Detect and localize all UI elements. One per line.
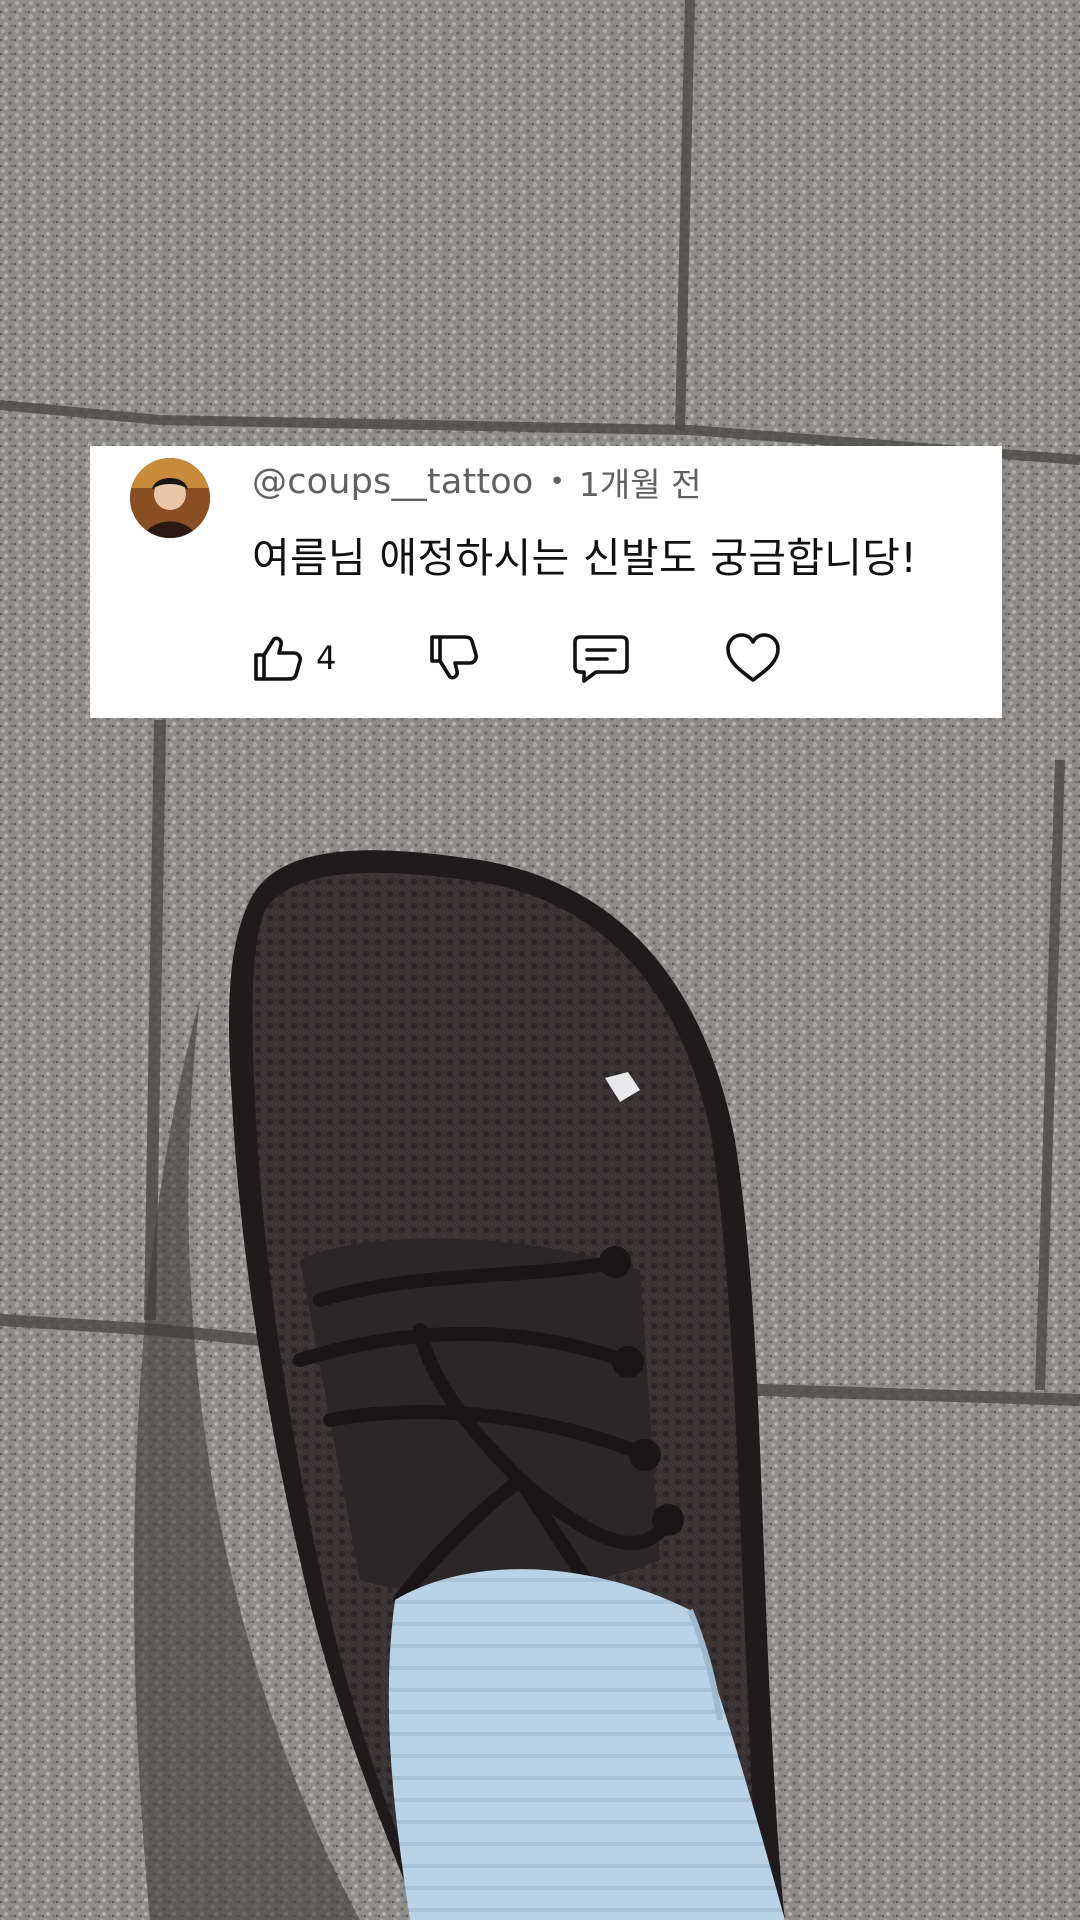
thumbs-up-icon bbox=[254, 636, 302, 681]
comment-card: @coups__tattoo • 1개월 전 여름님 애정하시는 신발도 궁금합… bbox=[90, 446, 1002, 718]
comment-actions: 4 bbox=[250, 628, 782, 688]
comment-text: 여름님 애정하시는 신발도 궁금합니당! bbox=[252, 534, 918, 582]
comment-timestamp: 1개월 전 bbox=[578, 465, 702, 504]
meta-separator: • bbox=[549, 467, 565, 497]
user-avatar[interactable] bbox=[130, 458, 210, 538]
heart-button[interactable] bbox=[724, 628, 782, 688]
heart-icon bbox=[726, 633, 781, 682]
like-count: 4 bbox=[316, 639, 337, 677]
reply-icon bbox=[573, 635, 630, 683]
like-button[interactable]: 4 bbox=[250, 628, 336, 688]
comment-author-handle[interactable]: @coups__tattoo bbox=[252, 462, 534, 502]
thumbs-down-icon bbox=[430, 635, 479, 680]
background-photo bbox=[0, 0, 1080, 1920]
dislike-button[interactable] bbox=[426, 628, 480, 688]
avatar-image bbox=[130, 458, 210, 538]
reply-button[interactable] bbox=[572, 628, 630, 688]
story-screen: @coups__tattoo • 1개월 전 여름님 애정하시는 신발도 궁금합… bbox=[0, 0, 1080, 1920]
comment-meta: @coups__tattoo • 1개월 전 bbox=[252, 460, 701, 504]
